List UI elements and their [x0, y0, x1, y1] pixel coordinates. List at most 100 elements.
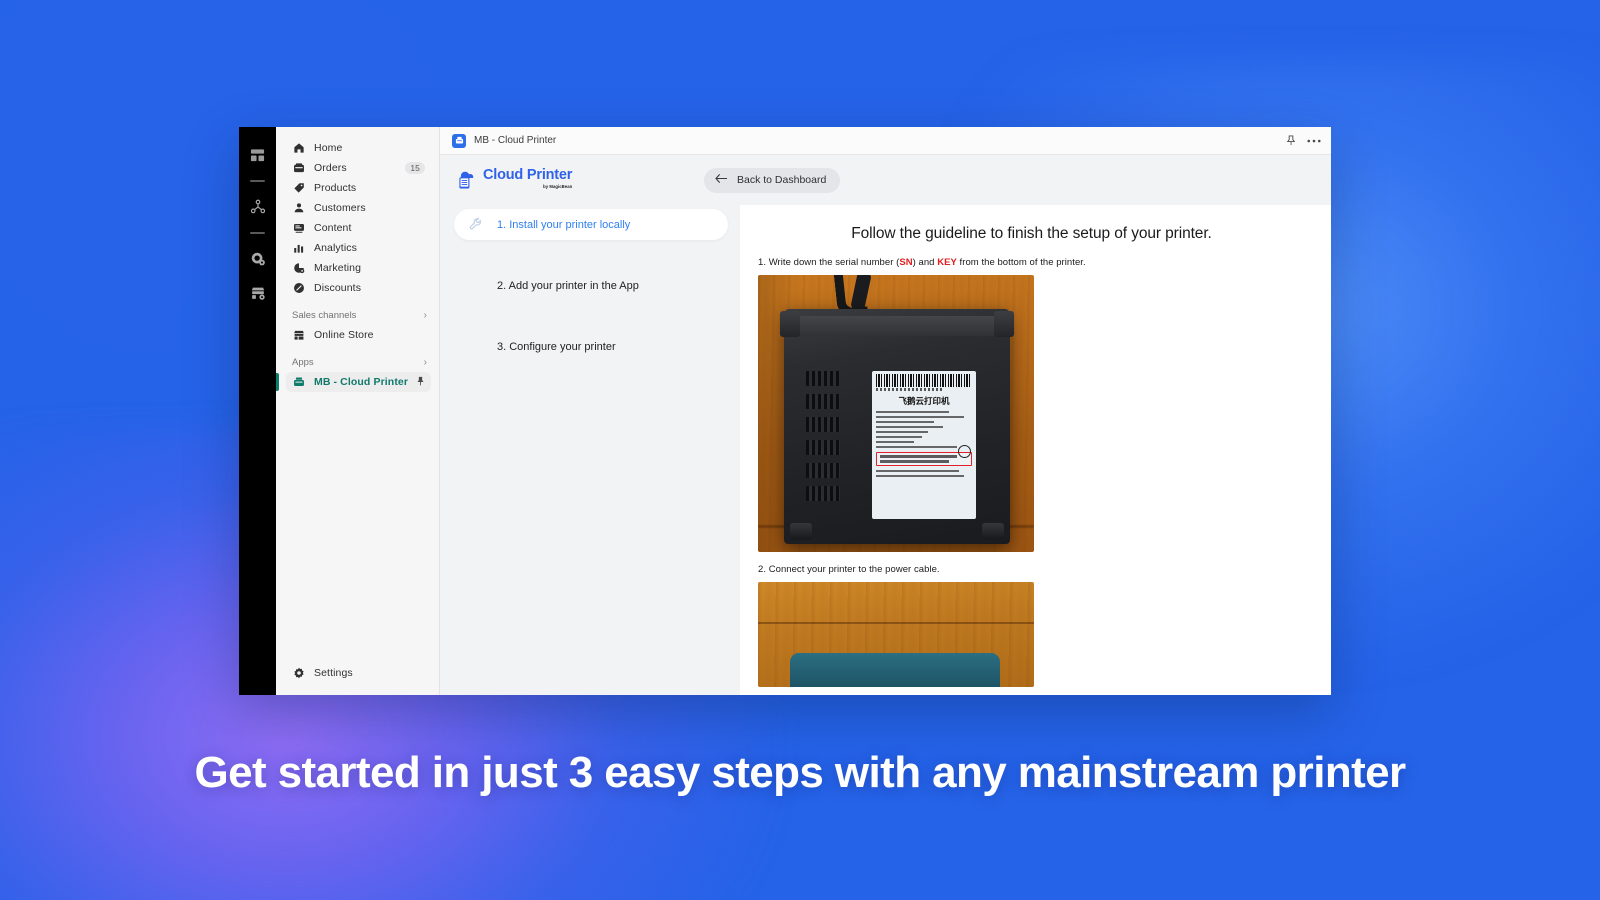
- sidebar-item-label: Marketing: [314, 262, 362, 274]
- barcode-number: [876, 388, 944, 391]
- share-nodes-icon[interactable]: [246, 195, 270, 219]
- sidebar-nav: Home Orders 15 Products Customers Conten…: [276, 127, 440, 695]
- sidebar-item-mb-cloud-printer[interactable]: MB - Cloud Printer: [276, 372, 431, 392]
- sidebar-item-label: Home: [314, 142, 343, 154]
- app-icon: [452, 133, 466, 148]
- printer-vents: [806, 371, 840, 516]
- guideline-step-1-text: 1. Write down the serial number (SN) and…: [758, 257, 1309, 268]
- app-logo-tagline: by MagicBean: [543, 184, 573, 189]
- step1-sn: SN: [899, 257, 913, 268]
- sidebar-group-apps[interactable]: Apps ›: [292, 357, 427, 368]
- arrow-left-icon: [715, 173, 728, 187]
- globe-settings-icon[interactable]: [246, 247, 270, 271]
- app-logo-name: Cloud Printer: [483, 166, 573, 183]
- sidebar-item-label: Online Store: [314, 329, 374, 341]
- step-label: 2. Add your printer in the App: [497, 279, 639, 292]
- printer-power-cable-photo: [758, 582, 1034, 687]
- sidebar-item-analytics[interactable]: Analytics: [286, 238, 431, 258]
- printer-bottom-label-photo: 飞鹅云打印机: [758, 275, 1034, 552]
- sidebar-item-customers[interactable]: Customers: [286, 198, 431, 218]
- step-item-install-printer-locally[interactable]: 1. Install your printer locally: [454, 209, 728, 240]
- step1-key: KEY: [937, 257, 957, 268]
- step-label: 3. Configure your printer: [497, 340, 616, 353]
- step1-pre: 1. Write down the serial number (: [758, 257, 900, 268]
- more-horizontal-icon[interactable]: [1307, 139, 1321, 143]
- sidebar-group-label: Sales channels: [292, 310, 357, 321]
- embedded-app-host: MB - Cloud Printer Cloud Printer by Magi…: [440, 127, 1331, 695]
- step-label: 1. Install your printer locally: [497, 218, 631, 231]
- sidebar-item-products[interactable]: Products: [286, 178, 431, 198]
- guideline-document: Follow the guideline to finish the setup…: [740, 205, 1331, 687]
- certification-mark: [958, 445, 971, 458]
- rail-divider-1: [250, 180, 265, 182]
- printer-icon: [292, 375, 306, 389]
- cloud-printer-logo-icon: [454, 167, 480, 193]
- host-actions: [1286, 135, 1321, 146]
- store-settings-icon[interactable]: [246, 281, 270, 305]
- printer-foot: [982, 523, 1004, 540]
- barcode: [876, 374, 972, 387]
- screenshot-stage: Home Orders 15 Products Customers Conten…: [0, 0, 1600, 900]
- sidebar-item-orders[interactable]: Orders 15: [286, 158, 431, 178]
- pin-icon[interactable]: [1286, 135, 1296, 146]
- sidebar-item-settings[interactable]: Settings: [286, 663, 431, 683]
- sidebar-group-label: Apps: [292, 357, 314, 368]
- marketing-icon: [292, 261, 306, 275]
- wood-seam: [758, 622, 1034, 624]
- orders-badge: 15: [405, 161, 425, 175]
- step-item-add-printer-in-app[interactable]: 2. Add your printer in the App: [454, 270, 728, 301]
- sidebar-item-label: Content: [314, 222, 352, 234]
- app-logo-textblock: Cloud Printer by MagicBean: [483, 166, 573, 189]
- back-to-dashboard-label: Back to Dashboard: [737, 174, 827, 186]
- customers-icon: [292, 201, 306, 215]
- sidebar-item-content[interactable]: Content: [286, 218, 431, 238]
- sidebar-item-home[interactable]: Home: [286, 138, 431, 158]
- store-icon: [292, 328, 306, 342]
- sidebar-item-discounts[interactable]: Discounts: [286, 278, 431, 298]
- guideline-step-2-text: 2. Connect your printer to the power cab…: [758, 564, 940, 575]
- marketing-caption: Get started in just 3 easy steps with an…: [194, 748, 1406, 797]
- rail-divider-2: [250, 232, 265, 234]
- guideline-heading: Follow the guideline to finish the setup…: [851, 225, 1212, 242]
- printer-body: 飞鹅云打印机: [780, 309, 1014, 544]
- printer-corner-tab: [994, 311, 1014, 337]
- chevron-right-icon: ›: [423, 310, 427, 321]
- printer-label-title: 飞鹅云打印机: [898, 397, 950, 407]
- printer-top-lip: [790, 316, 1004, 336]
- host-titlebar: MB - Cloud Printer: [440, 127, 1331, 155]
- step1-post: from the bottom of the printer.: [956, 257, 1086, 268]
- app-window: Home Orders 15 Products Customers Conten…: [239, 127, 1331, 695]
- sidebar-item-marketing[interactable]: Marketing: [286, 258, 431, 278]
- sn-key-highlight-box: [876, 452, 972, 466]
- steps-list: 1. Install your printer locally 2. Add y…: [440, 205, 740, 695]
- sidebar-item-label: Discounts: [314, 282, 362, 294]
- sidebar-item-label: Products: [314, 182, 357, 194]
- sidebar-item-online-store[interactable]: Online Store: [286, 325, 431, 345]
- wrench-icon: [468, 217, 486, 232]
- products-icon: [292, 181, 306, 195]
- sidebar-group-sales-channels[interactable]: Sales channels ›: [292, 310, 427, 321]
- discounts-icon: [292, 281, 306, 295]
- pin-icon[interactable]: [416, 376, 425, 389]
- sidebar-item-label: MB - Cloud Printer: [314, 376, 409, 388]
- guideline-document-pane[interactable]: Follow the guideline to finish the setup…: [740, 205, 1331, 695]
- content-icon: [292, 221, 306, 235]
- home-icon: [292, 141, 306, 155]
- printer-corner-tab: [780, 311, 800, 337]
- orders-icon: [292, 161, 306, 175]
- back-to-dashboard-button[interactable]: Back to Dashboard: [704, 167, 841, 193]
- analytics-icon: [292, 241, 306, 255]
- app-toolbar: Cloud Printer by MagicBean Back to Dashb…: [440, 155, 1331, 205]
- app-body: 1. Install your printer locally 2. Add y…: [440, 205, 1331, 695]
- grid-icon[interactable]: [246, 143, 270, 167]
- step1-mid: ) and: [912, 257, 938, 268]
- sidebar-item-label: Orders: [314, 162, 347, 174]
- icon-rail: [239, 127, 276, 695]
- sidebar-item-label: Analytics: [314, 242, 357, 254]
- sidebar-item-label: Settings: [314, 667, 353, 679]
- host-title: MB - Cloud Printer: [474, 135, 557, 146]
- step-item-configure-printer[interactable]: 3. Configure your printer: [454, 331, 728, 362]
- sidebar-item-label: Customers: [314, 202, 366, 214]
- chevron-right-icon: ›: [423, 357, 427, 368]
